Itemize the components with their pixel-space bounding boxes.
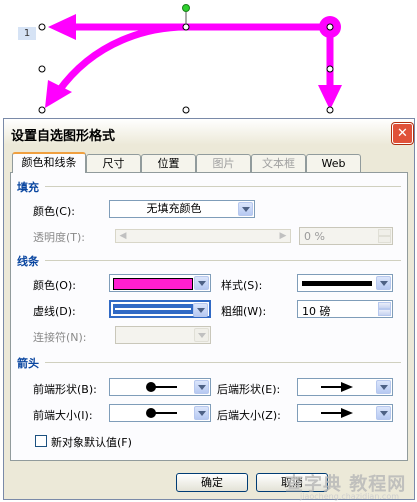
selection-handle	[326, 23, 334, 31]
close-button[interactable]: ✕	[392, 123, 413, 144]
dash-selected-highlight	[113, 304, 193, 314]
connector-label: 连接符(N):	[33, 331, 87, 344]
page-number-marker: 1	[18, 27, 36, 40]
tab-size[interactable]: 尺寸	[86, 154, 141, 172]
tab-picture[interactable]: 图片	[196, 154, 251, 172]
tab-position[interactable]: 位置	[141, 154, 196, 172]
begin-size-dropdown[interactable]	[109, 404, 211, 422]
spin-up-icon[interactable]	[378, 229, 391, 236]
selection-handle	[38, 65, 46, 73]
line-style-label: 样式(S):	[221, 279, 263, 292]
selection-handle	[182, 23, 190, 31]
transparency-slider[interactable]: ◀ ▶	[115, 229, 291, 243]
format-autoshape-dialog: 设置自选图形格式 ✕ 颜色和线条 尺寸 位置 图片 文本框 Web 填充 颜色(…	[3, 118, 415, 500]
tab-textbox[interactable]: 文本框	[251, 154, 306, 172]
transparency-value: 0 %	[304, 230, 325, 243]
line-style-dropdown[interactable]	[297, 274, 393, 292]
ok-button[interactable]: 确定	[176, 473, 248, 492]
dash-preview	[115, 308, 191, 310]
connector-dropdown[interactable]	[115, 326, 211, 344]
spin-down-icon[interactable]	[378, 236, 391, 243]
close-icon: ✕	[397, 126, 408, 141]
default-for-new-objects-label: 新对象默认值(F)	[51, 436, 132, 449]
chevron-down-icon[interactable]	[194, 276, 209, 290]
document-canvas: 1	[0, 0, 417, 120]
watermark-url: jiaocheng.chazidian.com	[300, 492, 400, 501]
triangle-arrowhead-size-icon	[321, 408, 353, 418]
transparency-label: 透明度(T):	[33, 231, 86, 244]
chevron-down-icon[interactable]	[376, 380, 391, 394]
fill-divider	[45, 186, 401, 187]
line-color-label: 颜色(O):	[33, 279, 76, 292]
arrows-section-heading: 箭头	[17, 357, 39, 370]
begin-style-label: 前端形状(B):	[33, 383, 97, 396]
selection-handle	[326, 106, 334, 114]
spin-up-icon[interactable]	[378, 302, 391, 309]
chevron-down-icon[interactable]	[376, 406, 391, 420]
down-arrowhead	[318, 85, 342, 110]
line-weight-spinner[interactable]: 10 磅	[297, 300, 393, 318]
end-style-dropdown[interactable]	[297, 378, 393, 396]
selection-handle	[38, 106, 46, 114]
dash-dropdown[interactable]	[109, 300, 211, 318]
arrows-divider	[45, 362, 401, 363]
chevron-down-icon[interactable]	[194, 380, 209, 394]
chevron-down-icon[interactable]	[194, 406, 209, 420]
chevron-down-icon[interactable]	[193, 303, 208, 317]
arrow-drawing[interactable]	[0, 0, 417, 120]
line-weight-value: 10 磅	[302, 305, 331, 318]
line-style-preview	[302, 281, 372, 286]
left-arrowhead	[48, 14, 76, 40]
triangle-arrowhead-icon	[321, 382, 353, 392]
spin-down-icon[interactable]	[378, 309, 391, 316]
tab-panel-colors-and-lines: 填充 颜色(C): 无填充颜色 透明度(T): ◀ ▶ 0 % 线条 颜色(O)…	[10, 172, 408, 461]
fill-color-value: 无填充颜色	[146, 202, 202, 215]
selection-handle	[182, 106, 190, 114]
dash-label: 虚线(D):	[33, 305, 76, 318]
end-size-dropdown[interactable]	[297, 404, 393, 422]
end-size-label: 后端大小(Z):	[217, 409, 281, 422]
line-color-dropdown[interactable]	[109, 274, 211, 292]
chevron-down-icon[interactable]	[194, 328, 209, 342]
end-style-label: 后端形状(E):	[217, 383, 281, 396]
begin-style-dropdown[interactable]	[109, 378, 211, 396]
begin-size-label: 前端大小(I):	[33, 409, 93, 422]
curved-arrow-line	[55, 23, 187, 95]
round-arrowhead-size-icon	[146, 408, 177, 418]
slider-right-icon: ▶	[279, 231, 287, 241]
line-color-swatch	[113, 278, 193, 290]
default-for-new-objects-checkbox[interactable]	[35, 435, 47, 447]
line-weight-label: 粗细(W):	[221, 305, 267, 318]
chevron-down-icon[interactable]	[238, 202, 253, 216]
line-divider	[45, 260, 401, 261]
round-arrowhead-icon	[146, 382, 177, 392]
fill-color-label: 颜色(C):	[33, 205, 75, 218]
line-section-heading: 线条	[17, 255, 39, 268]
tab-colors-and-lines[interactable]: 颜色和线条	[12, 152, 86, 173]
dialog-title: 设置自选图形格式	[11, 129, 116, 144]
slider-left-icon: ◀	[119, 231, 127, 241]
rotation-handle	[182, 4, 190, 12]
fill-section-heading: 填充	[17, 181, 39, 194]
selection-handle	[38, 23, 46, 31]
tab-web[interactable]: Web	[306, 154, 361, 172]
chevron-down-icon[interactable]	[376, 276, 391, 290]
transparency-spinner[interactable]: 0 %	[299, 227, 393, 245]
dialog-titlebar[interactable]: 设置自选图形格式 ✕	[4, 119, 414, 145]
fill-color-dropdown[interactable]: 无填充颜色	[109, 200, 255, 218]
selection-handle	[326, 65, 334, 73]
